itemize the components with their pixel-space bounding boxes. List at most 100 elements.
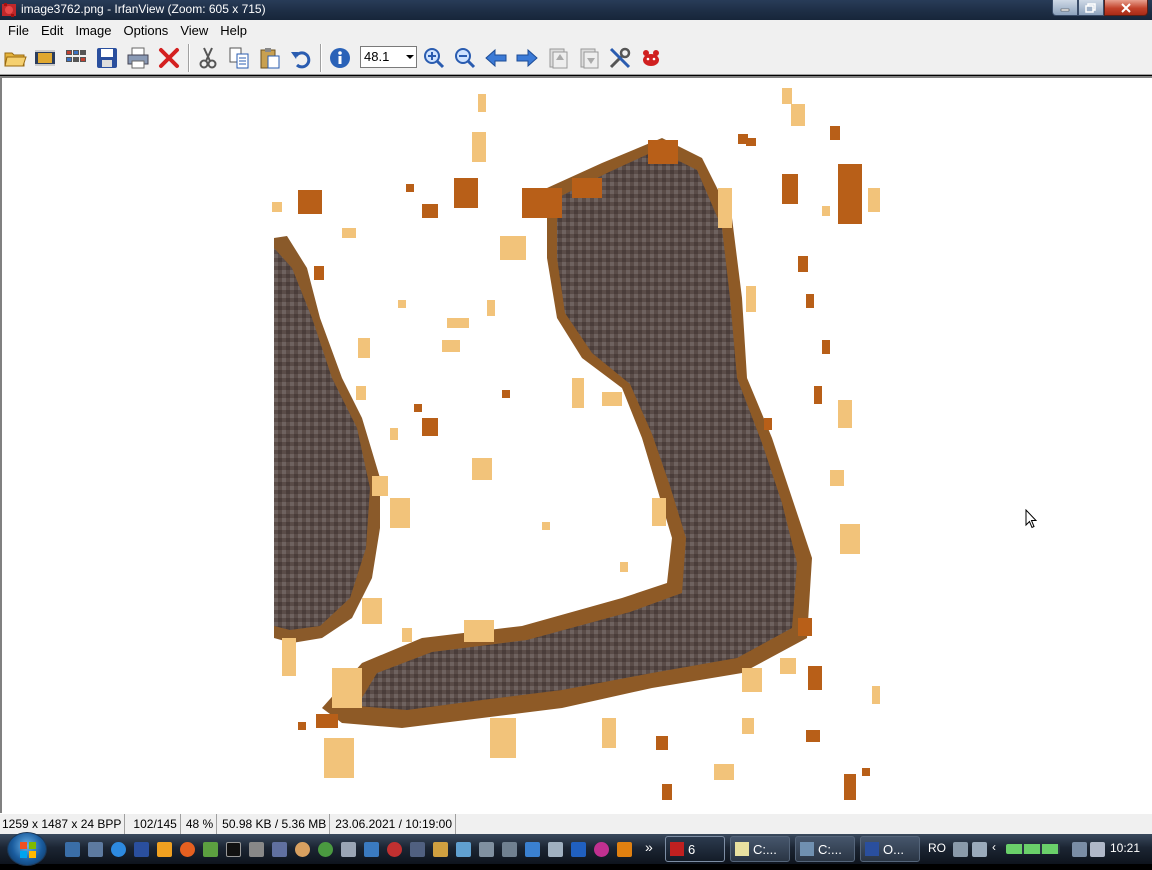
cut-button[interactable] xyxy=(195,45,221,71)
first-page-button[interactable] xyxy=(545,45,571,71)
vlc-icon[interactable] xyxy=(617,842,632,857)
language-bar-icon[interactable] xyxy=(972,842,987,857)
switch-windows-icon[interactable] xyxy=(88,842,103,857)
zoom-in-button[interactable] xyxy=(421,45,447,71)
network-status-icon[interactable] xyxy=(1072,842,1087,857)
restore-icon xyxy=(1085,2,1096,13)
disc-icon[interactable] xyxy=(295,842,310,857)
open-button[interactable] xyxy=(2,45,28,71)
previous-icon xyxy=(485,48,507,68)
settings-icon[interactable] xyxy=(548,842,563,857)
show-desktop-icon[interactable] xyxy=(65,842,80,857)
slideshow-button[interactable] xyxy=(32,45,58,71)
zoom-select[interactable]: 48.1 xyxy=(360,46,417,68)
delete-icon xyxy=(159,48,179,68)
volume-icon[interactable] xyxy=(1090,842,1105,857)
taskbar: » 6 C:... C:... O... RO ‹ 10:21 xyxy=(0,832,1152,866)
print-button[interactable] xyxy=(125,45,151,71)
title-bar: image3762.png - IrfanView (Zoom: 605 x 7… xyxy=(0,0,1152,20)
thumbnails-icon xyxy=(66,50,86,62)
menu-edit[interactable]: Edit xyxy=(35,23,69,38)
recycle-icon[interactable] xyxy=(203,842,218,857)
taskbar-item-save[interactable]: O... xyxy=(860,836,920,862)
menu-help[interactable]: Help xyxy=(214,23,253,38)
settings-button[interactable] xyxy=(607,45,633,71)
copy-button[interactable] xyxy=(226,45,252,71)
irfanview-app-icon[interactable] xyxy=(1,2,17,18)
taskbar-item-explorer[interactable]: C:... xyxy=(795,836,855,862)
displayed-image xyxy=(272,88,880,800)
network-icon[interactable] xyxy=(502,842,517,857)
status-datetime: 23.06.2021 / 10:19:00 xyxy=(330,814,457,834)
about-button[interactable] xyxy=(638,45,664,71)
chevron-down-icon xyxy=(406,55,414,59)
chrome-icon[interactable] xyxy=(318,842,333,857)
thumbnails-button[interactable] xyxy=(63,45,89,71)
notepad-icon xyxy=(735,842,749,856)
dropbox-icon[interactable] xyxy=(525,842,540,857)
restore-button[interactable] xyxy=(1078,0,1104,16)
windows-logo-icon xyxy=(20,842,36,858)
menu-file[interactable]: File xyxy=(2,23,35,38)
chevron-right-icon[interactable]: » xyxy=(645,839,653,855)
status-size: 50.98 KB / 5.36 MB xyxy=(217,814,331,834)
menu-options[interactable]: Options xyxy=(118,23,175,38)
irfanview-logo-icon xyxy=(643,50,659,66)
window-title: image3762.png - IrfanView (Zoom: 605 x 7… xyxy=(21,2,266,16)
clock[interactable]: 10:21 xyxy=(1110,841,1140,855)
keyboard-icon[interactable] xyxy=(953,842,968,857)
save-button[interactable] xyxy=(94,45,120,71)
toolbar: 48.1 xyxy=(0,40,1152,75)
notepad-plus-icon[interactable] xyxy=(364,842,379,857)
start-button[interactable] xyxy=(7,832,47,866)
next-icon xyxy=(516,48,538,68)
mouse-cursor-icon xyxy=(1025,509,1038,529)
pencil-icon[interactable] xyxy=(433,842,448,857)
save-icon xyxy=(97,48,117,68)
folder-icon[interactable] xyxy=(571,842,586,857)
save-icon[interactable] xyxy=(134,842,149,857)
previous-image-button[interactable] xyxy=(483,45,509,71)
undo-button[interactable] xyxy=(288,45,314,71)
opera-icon[interactable] xyxy=(387,842,402,857)
scanner-icon[interactable] xyxy=(479,842,494,857)
calculator-icon[interactable] xyxy=(249,842,264,857)
language-indicator[interactable]: RO xyxy=(928,841,946,855)
eject-icon[interactable] xyxy=(410,842,425,857)
menu-image[interactable]: Image xyxy=(69,23,117,38)
zoom-out-icon xyxy=(455,48,476,69)
info-button[interactable] xyxy=(327,45,353,71)
last-page-button[interactable] xyxy=(576,45,602,71)
toolbar-separator xyxy=(188,44,190,72)
zoom-in-icon xyxy=(424,48,445,69)
image-canvas[interactable] xyxy=(0,76,1152,813)
next-image-button[interactable] xyxy=(514,45,540,71)
taskbar-item-notepad[interactable]: C:... xyxy=(730,836,790,862)
paint-icon[interactable] xyxy=(456,842,471,857)
open-folder-icon xyxy=(4,52,27,67)
php-icon[interactable] xyxy=(272,842,287,857)
zoom-value: 48.1 xyxy=(364,49,390,64)
taskbar-item-irfanview[interactable]: 6 xyxy=(665,836,725,862)
paste-icon xyxy=(260,48,280,69)
media-player-icon[interactable] xyxy=(157,842,172,857)
media-icon[interactable] xyxy=(594,842,609,857)
zoom-out-button[interactable] xyxy=(452,45,478,71)
firefox-icon[interactable] xyxy=(180,842,195,857)
task-label: C:... xyxy=(818,842,842,857)
paste-button[interactable] xyxy=(257,45,283,71)
save-icon xyxy=(865,842,879,856)
settings-icon xyxy=(609,47,631,69)
close-button[interactable] xyxy=(1104,0,1148,16)
task-label: C:... xyxy=(753,842,777,857)
delete-button[interactable] xyxy=(156,45,182,71)
minimize-button[interactable] xyxy=(1052,0,1078,16)
command-prompt-icon[interactable] xyxy=(226,842,241,857)
cut-icon xyxy=(199,47,217,69)
status-position: 102/145 xyxy=(125,814,181,834)
printer-icon[interactable] xyxy=(341,842,356,857)
menu-view[interactable]: View xyxy=(174,23,214,38)
menu-bar: File Edit Image Options View Help xyxy=(0,20,1152,40)
chevron-left-icon[interactable]: ‹ xyxy=(992,840,996,854)
internet-explorer-icon[interactable] xyxy=(111,842,126,857)
